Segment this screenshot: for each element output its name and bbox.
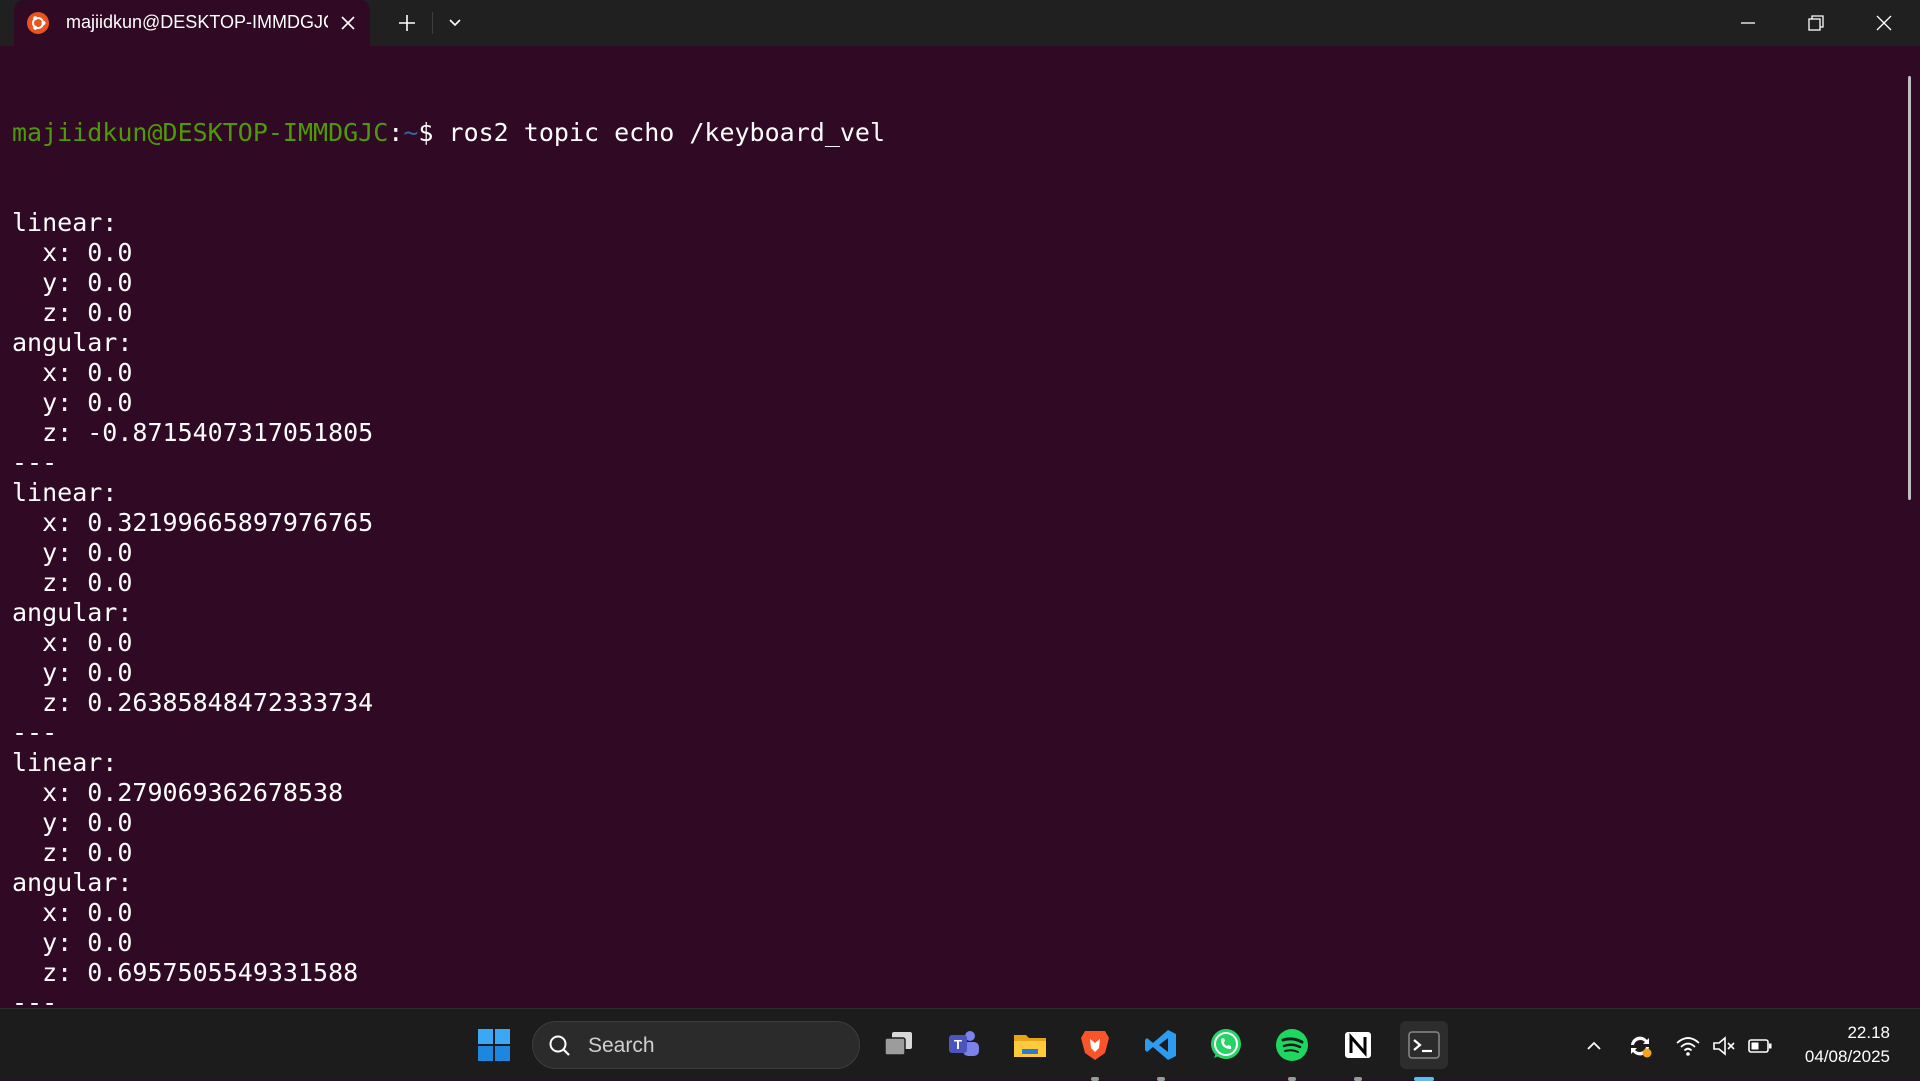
minimize-icon	[1741, 22, 1755, 24]
prompt-symbol: $	[418, 118, 449, 147]
output-line: ---	[12, 718, 58, 747]
terminal-output[interactable]: majiidkun@DESKTOP-IMMDGJC:~$ ros2 topic …	[12, 58, 1892, 1008]
terminal-scrollbar[interactable]	[1908, 76, 1911, 500]
output-line: x: 0.0	[12, 238, 133, 267]
output-line: x: 0.279069362678538	[12, 778, 344, 807]
restore-icon	[1808, 15, 1824, 31]
running-indicator	[1157, 1077, 1165, 1081]
output-line: ---	[12, 988, 58, 1008]
vscode-icon	[1145, 1030, 1176, 1060]
wifi-icon[interactable]	[1675, 1033, 1701, 1059]
spotify-button[interactable]	[1268, 1021, 1316, 1081]
restore-button[interactable]	[1782, 0, 1850, 46]
prompt-line: majiidkun@DESKTOP-IMMDGJC:~$ ros2 topic …	[12, 118, 1892, 148]
svg-text:T: T	[954, 1037, 962, 1052]
file-explorer-icon	[1014, 1035, 1046, 1057]
title-bar: majiidkun@DESKTOP-IMMDGJC: ~	[0, 0, 1920, 46]
file-explorer-button[interactable]	[1006, 1021, 1054, 1069]
start-button[interactable]	[470, 1021, 518, 1069]
notion-button[interactable]	[1334, 1021, 1382, 1081]
output-line: z: 0.0	[12, 838, 133, 867]
output-line: y: 0.0	[12, 538, 133, 567]
command-text: ros2 topic echo /keyboard_vel	[448, 118, 886, 147]
brave-browser-icon	[1081, 1031, 1109, 1060]
tab-terminal[interactable]: majiidkun@DESKTOP-IMMDGJC: ~	[14, 0, 370, 46]
output-line: z: 0.26385848472333734	[12, 688, 374, 717]
ubuntu-icon	[26, 11, 50, 35]
output-line: linear:	[12, 748, 118, 777]
output-line: y: 0.0	[12, 268, 133, 297]
chevron-up-icon[interactable]	[1581, 1033, 1607, 1059]
output-line: y: 0.0	[12, 808, 133, 837]
running-indicator	[1354, 1077, 1362, 1081]
output-line: y: 0.0	[12, 658, 133, 687]
search-icon	[549, 1035, 570, 1056]
battery-icon[interactable]	[1747, 1033, 1773, 1059]
whatsapp-icon	[1211, 1029, 1241, 1059]
sync-icon[interactable]	[1627, 1033, 1653, 1059]
terminal-button[interactable]	[1400, 1021, 1448, 1081]
output-line: ---	[12, 448, 58, 477]
spotify-icon	[1276, 1029, 1308, 1061]
output-line: z: 0.0	[12, 298, 133, 327]
terminal-icon	[1408, 1031, 1440, 1059]
output-line: x: 0.32199665897976765	[12, 508, 374, 537]
output-line: x: 0.0	[12, 628, 133, 657]
teams-button[interactable]: T	[940, 1021, 988, 1069]
output-line: z: 0.0	[12, 568, 133, 597]
output-line: angular:	[12, 328, 133, 357]
system-clock[interactable]: 22.18 04/08/2025	[1805, 1021, 1890, 1069]
chevron-down-icon[interactable]	[440, 8, 470, 38]
output-line: z: 0.6957505549331588	[12, 958, 359, 987]
new-tab-button[interactable]	[392, 8, 422, 38]
close-icon	[1876, 15, 1892, 31]
output-line: y: 0.0	[12, 388, 133, 417]
search-box[interactable]: Search	[532, 1021, 860, 1069]
volume-muted-icon[interactable]	[1711, 1033, 1737, 1059]
output-line: z: -0.8715407317051805	[12, 418, 374, 447]
output-line: x: 0.0	[12, 898, 133, 927]
search-placeholder: Search	[588, 1034, 655, 1057]
vscode-button[interactable]	[1137, 1021, 1185, 1081]
tab-divider	[432, 12, 433, 34]
output-line: angular:	[12, 598, 133, 627]
active-indicator	[1414, 1077, 1434, 1081]
output-line: x: 0.0	[12, 358, 133, 387]
output-line: y: 0.0	[12, 928, 133, 957]
close-icon[interactable]	[336, 11, 360, 35]
running-indicator	[1288, 1077, 1296, 1081]
output-line: linear:	[12, 208, 118, 237]
teams-icon: T	[949, 1031, 979, 1056]
brave-button[interactable]	[1071, 1021, 1119, 1081]
task-view-icon	[884, 1032, 912, 1056]
clock-date: 04/08/2025	[1804, 1047, 1890, 1066]
clock-time: 22.18	[1847, 1023, 1890, 1042]
output-line: angular:	[12, 868, 133, 897]
output-line: linear:	[12, 478, 118, 507]
window-close-button[interactable]	[1850, 0, 1918, 46]
notion-icon	[1343, 1030, 1373, 1060]
task-view-button[interactable]	[875, 1021, 923, 1069]
output-lines: linear: x: 0.0 y: 0.0 z: 0.0 angular: x: …	[12, 208, 1892, 1008]
whatsapp-button[interactable]	[1202, 1021, 1250, 1069]
prompt-path: ~	[403, 118, 419, 147]
windows-start-icon	[478, 1029, 510, 1061]
minimize-button[interactable]	[1714, 0, 1782, 46]
prompt-separator: :	[388, 118, 404, 147]
prompt-user: majiidkun@DESKTOP-IMMDGJC	[12, 118, 389, 147]
taskbar: Search T 22.18 04/08/2025	[0, 1008, 1920, 1081]
tab-title: majiidkun@DESKTOP-IMMDGJC: ~	[66, 12, 328, 32]
running-indicator	[1091, 1077, 1099, 1081]
